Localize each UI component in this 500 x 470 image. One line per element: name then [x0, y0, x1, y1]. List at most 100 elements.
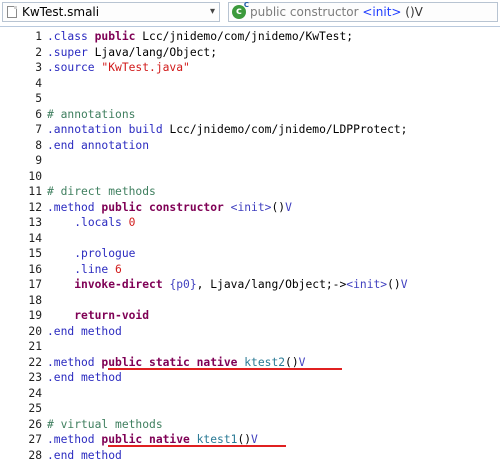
- chevron-down-icon[interactable]: ▾: [210, 6, 215, 17]
- line-number: 8: [35, 138, 42, 152]
- method-selector-signature: ()V: [401, 5, 423, 19]
- file-icon: [7, 5, 18, 19]
- code-line: 2 .super Ljava/lang/Object;: [0, 45, 500, 61]
- smali-directive: .method: [47, 355, 95, 369]
- smali-keyword: public: [87, 30, 136, 43]
- line-number: 15: [28, 247, 42, 260]
- smali-keyword: public static native: [94, 355, 238, 369]
- method-params: (): [387, 278, 401, 291]
- public-method-icon: cC: [232, 2, 249, 19]
- line-number: 17: [28, 278, 42, 291]
- method-selector-name: <init>: [362, 5, 402, 19]
- smali-directive: .annotation: [47, 123, 122, 136]
- return-type: V: [400, 278, 408, 291]
- smali-directive: .end method: [47, 448, 122, 462]
- method-params: (): [271, 200, 286, 214]
- line-number: 22: [28, 355, 42, 369]
- code-line: 17 invoke-direct {p0}, Ljava/lang/Object…: [0, 277, 500, 293]
- line-number: 28: [28, 448, 42, 462]
- code-line: 4: [0, 76, 500, 92]
- code-comment: # direct methods: [47, 185, 156, 198]
- red-underline-annotation: [108, 368, 342, 370]
- line-number: 25: [28, 402, 42, 415]
- method-name: <init>: [223, 200, 272, 214]
- method-selector[interactable]: cC public constructor <init> ()V: [228, 2, 498, 22]
- code-line: 5: [0, 91, 500, 107]
- code-line: 3 .source "KwTest.java": [0, 60, 500, 76]
- super-type: Ljava/lang/Object;: [87, 45, 218, 59]
- code-line: 21: [0, 339, 500, 355]
- code-line: 6 # annotations: [0, 107, 500, 123]
- smali-directive: .super: [47, 45, 88, 59]
- line-number: 24: [28, 386, 42, 400]
- code-line: 1 .class public Lcc/jnidemo/com/jnidemo/K…: [0, 29, 500, 45]
- line-number: 3: [35, 61, 42, 74]
- code-line: 11 # direct methods: [0, 184, 500, 200]
- smali-keyword: build: [121, 123, 163, 136]
- code-line: 14: [0, 231, 500, 247]
- line-number: 7: [35, 123, 42, 136]
- code-line: 12 .method public constructor <init>()V: [0, 200, 500, 216]
- code-editor[interactable]: 1 .class public Lcc/jnidemo/com/jnidemo/K…: [0, 27, 500, 470]
- number-literal: 6: [108, 262, 122, 276]
- code-line: 19 return-void: [0, 308, 500, 324]
- method-selector-modifier: public constructor: [250, 5, 363, 19]
- code-line: 16 .line 6: [0, 262, 500, 278]
- smali-directive: .end annotation: [47, 138, 150, 152]
- code-line: 20 .end method: [0, 324, 500, 340]
- annotation-type: Lcc/jnidemo/com/jnidemo/LDPProtect;: [162, 123, 408, 136]
- method-ref: , Ljava/lang/Object;->: [196, 278, 347, 291]
- smali-directive: .prologue: [74, 247, 136, 260]
- line-number: 5: [35, 92, 42, 105]
- code-line: 8 .end annotation: [0, 138, 500, 154]
- line-number: 11: [28, 185, 42, 198]
- code-line: 28 .end method: [0, 448, 500, 464]
- smali-directive: .class: [47, 30, 88, 43]
- line-number: 6: [35, 107, 42, 121]
- line-number: 26: [28, 417, 42, 431]
- line-number: 12: [28, 200, 42, 214]
- line-number: 13: [28, 216, 42, 229]
- code-line: 10: [0, 169, 500, 185]
- smali-directive: .method: [47, 433, 95, 446]
- line-number: 21: [28, 340, 42, 353]
- code-comment: # virtual methods: [47, 417, 163, 431]
- smali-opcode: invoke-direct: [74, 278, 163, 291]
- line-number: 23: [28, 371, 42, 384]
- line-number: 27: [28, 433, 42, 446]
- method-name: ktest2: [237, 355, 286, 369]
- code-line: 15 .prologue: [0, 246, 500, 262]
- code-line: 13 .locals 0: [0, 215, 500, 231]
- line-number: 18: [28, 293, 42, 307]
- code-line: 18: [0, 293, 500, 309]
- smali-directive: .end method: [47, 324, 122, 338]
- code-line: 25: [0, 401, 500, 417]
- line-number: 19: [28, 309, 42, 322]
- return-type: V: [298, 355, 306, 369]
- code-line: 23 .end method: [0, 370, 500, 386]
- red-underline-annotation: [108, 445, 286, 447]
- code-comment: # annotations: [47, 107, 136, 121]
- code-line: 7 .annotation build Lcc/jnidemo/com/jnide…: [0, 122, 500, 138]
- smali-keyword: public constructor: [94, 200, 224, 214]
- line-number: 1: [35, 30, 42, 43]
- return-type: V: [285, 200, 292, 214]
- line-number: 4: [35, 76, 42, 90]
- line-number: 20: [28, 324, 42, 338]
- string-literal: "KwTest.java": [94, 61, 190, 74]
- smali-directive: .end method: [47, 371, 122, 384]
- method-name: <init>: [346, 278, 388, 291]
- line-number: 9: [35, 154, 42, 167]
- file-selector[interactable]: KwTest.smali ▾: [2, 2, 220, 22]
- line-number: 14: [28, 231, 42, 245]
- class-type: Lcc/jnidemo/com/jnidemo/KwTest;: [135, 30, 354, 43]
- line-number: 10: [28, 169, 42, 183]
- smali-opcode: return-void: [74, 309, 150, 322]
- smali-directive: .source: [47, 61, 95, 74]
- file-name: KwTest.smali: [22, 5, 100, 19]
- line-number: 2: [35, 45, 42, 59]
- editor-toolbar: KwTest.smali ▾ cC public constructor <in…: [0, 0, 500, 27]
- smali-directive: .locals: [74, 216, 122, 229]
- smali-directive: .line: [74, 262, 109, 276]
- line-number: 16: [28, 262, 42, 276]
